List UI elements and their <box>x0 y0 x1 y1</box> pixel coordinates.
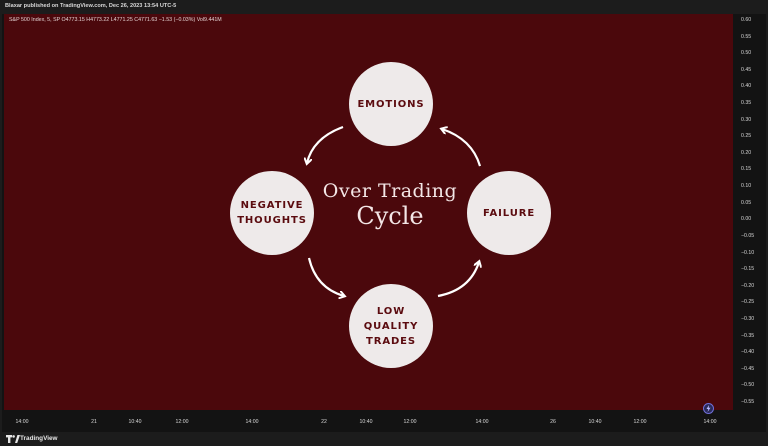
price-tick: 0.00 <box>741 216 752 223</box>
price-tick: 0.40 <box>741 83 752 90</box>
publish-info: Blaxar published on TradingView.com, Dec… <box>5 3 177 9</box>
price-axis[interactable]: 0.60 0.55 0.50 0.45 0.40 0.35 0.30 0.25 0.20 0.15… <box>733 14 766 410</box>
price-tick: −0.30 <box>741 315 755 322</box>
price-tick: 0.25 <box>741 133 752 140</box>
node-negative-thoughts: NEGATIVE THOUGHTS <box>230 171 314 255</box>
cycle-title-line2: Cycle <box>356 202 424 230</box>
price-tick: −0.45 <box>741 365 755 372</box>
time-tick: 14:00 <box>703 419 717 425</box>
time-tick: 26 <box>550 419 556 425</box>
time-tick: 10:40 <box>128 419 142 425</box>
tradingview-brand[interactable]: TradingView <box>20 435 58 442</box>
node-low-label-2: TRADES <box>366 335 416 347</box>
time-tick: 14:00 <box>245 419 259 425</box>
time-axis[interactable]: 14:00 21 10:40 12:00 14:00 22 10:40 12:00 14:00 2… <box>4 410 733 432</box>
node-low-label-1: LOW QUALITY <box>363 305 419 332</box>
lightning-icon[interactable] <box>703 403 714 414</box>
time-tick: 12:00 <box>403 419 417 425</box>
price-tick: −0.05 <box>741 232 755 239</box>
price-tick: 0.15 <box>741 166 752 173</box>
node-low-quality-trades: LOW QUALITY TRADES <box>349 284 433 368</box>
time-tick: 22 <box>321 419 327 425</box>
price-tick: 0.55 <box>741 33 752 40</box>
time-tick: 14:00 <box>15 419 29 425</box>
cycle-title: Over Trading Cycle <box>320 180 460 230</box>
time-tick: 12:00 <box>175 419 189 425</box>
price-tick: −0.40 <box>741 349 755 356</box>
time-tick: 12:00 <box>633 419 647 425</box>
node-emotions: EMOTIONS <box>349 62 433 146</box>
symbol-legend[interactable]: S&P 500 Index, 5, SP O4773.15 H4773.22 L… <box>9 17 222 23</box>
price-tick: −0.20 <box>741 282 755 289</box>
time-tick: 10:40 <box>359 419 373 425</box>
price-tick: −0.55 <box>741 399 755 405</box>
node-negative-label-2: THOUGHTS <box>237 215 307 226</box>
price-tick: 0.05 <box>741 199 752 206</box>
price-tick: 0.50 <box>741 50 752 57</box>
time-tick: 21 <box>91 419 97 425</box>
price-tick: 0.45 <box>741 66 752 73</box>
price-tick: 0.10 <box>741 183 752 190</box>
footer-bar: TradingView <box>0 432 768 446</box>
node-negative-label-1: NEGATIVE <box>240 200 304 211</box>
price-tick: −0.50 <box>741 382 755 389</box>
tradingview-logo-icon[interactable] <box>6 435 20 443</box>
price-tick: 0.20 <box>741 149 752 156</box>
time-tick: 10:40 <box>588 419 602 425</box>
price-tick: −0.35 <box>741 332 755 339</box>
cycle-title-line1: Over Trading <box>322 180 458 202</box>
node-failure-label: FAILURE <box>482 207 536 219</box>
time-tick: 14:00 <box>475 419 489 425</box>
top-bar: Blaxar published on TradingView.com, Dec… <box>0 0 768 14</box>
node-failure: FAILURE <box>467 171 551 255</box>
price-tick: 0.30 <box>741 116 752 123</box>
price-tick: 0.60 <box>741 17 752 23</box>
node-emotions-label: EMOTIONS <box>357 98 425 110</box>
price-tick: −0.10 <box>741 249 755 256</box>
price-tick: −0.25 <box>741 299 755 306</box>
price-tick: −0.15 <box>741 266 755 273</box>
price-tick: 0.35 <box>741 100 752 107</box>
